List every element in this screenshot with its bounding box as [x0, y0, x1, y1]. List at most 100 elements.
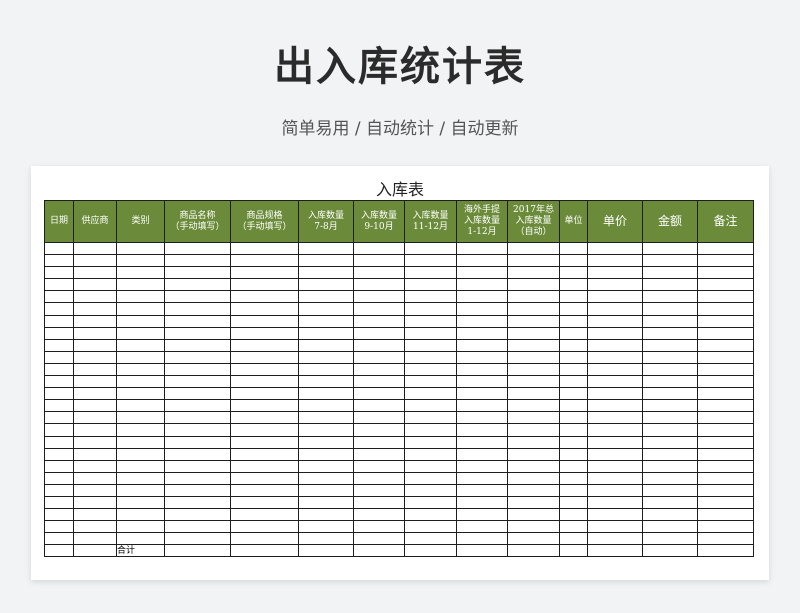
- table-cell[interactable]: [298, 362, 354, 377]
- table-cell[interactable]: [507, 314, 560, 328]
- table-cell[interactable]: [116, 290, 165, 304]
- table-cell[interactable]: [697, 411, 754, 425]
- table-cell[interactable]: [456, 508, 508, 522]
- table-cell[interactable]: [404, 241, 457, 256]
- table-cell[interactable]: [298, 338, 354, 352]
- table-cell[interactable]: [73, 399, 117, 413]
- table-cell[interactable]: [164, 350, 231, 364]
- table-cell[interactable]: [230, 544, 299, 558]
- table-cell[interactable]: [456, 483, 508, 497]
- table-cell[interactable]: [642, 447, 698, 461]
- table-cell[interactable]: [642, 278, 698, 292]
- table-cell[interactable]: [116, 302, 165, 316]
- table-cell[interactable]: [559, 483, 588, 497]
- table-cell[interactable]: [697, 508, 754, 522]
- table-cell[interactable]: [353, 508, 405, 522]
- table-cell[interactable]: [116, 520, 165, 534]
- table-cell[interactable]: [116, 435, 165, 449]
- table-cell[interactable]: [230, 411, 299, 425]
- table-cell[interactable]: [559, 326, 588, 340]
- table-cell[interactable]: [298, 532, 354, 546]
- table-cell[interactable]: [559, 387, 588, 401]
- table-cell[interactable]: [73, 290, 117, 304]
- table-cell[interactable]: [642, 362, 698, 377]
- table-cell[interactable]: [73, 241, 117, 256]
- table-cell[interactable]: [697, 471, 754, 485]
- table-cell[interactable]: [73, 411, 117, 425]
- table-cell[interactable]: [298, 350, 354, 364]
- table-cell[interactable]: [642, 508, 698, 522]
- table-cell[interactable]: [230, 459, 299, 473]
- table-cell[interactable]: [230, 290, 299, 304]
- table-cell[interactable]: [587, 508, 643, 522]
- table-cell[interactable]: [353, 290, 405, 304]
- table-cell[interactable]: [642, 338, 698, 352]
- table-cell[interactable]: [116, 471, 165, 485]
- table-cell[interactable]: [73, 350, 117, 364]
- table-cell[interactable]: [44, 302, 74, 316]
- table-cell[interactable]: [507, 338, 560, 352]
- table-cell[interactable]: [404, 350, 457, 364]
- table-cell[interactable]: [697, 544, 754, 558]
- table-cell[interactable]: [642, 423, 698, 437]
- table-cell[interactable]: [353, 483, 405, 497]
- table-cell[interactable]: [507, 447, 560, 461]
- table-cell[interactable]: [298, 544, 354, 558]
- table-cell[interactable]: [353, 423, 405, 437]
- table-cell[interactable]: [44, 290, 74, 304]
- table-cell[interactable]: [230, 495, 299, 510]
- table-cell[interactable]: [164, 532, 231, 546]
- table-cell[interactable]: [73, 459, 117, 473]
- table-cell[interactable]: [559, 532, 588, 546]
- table-cell[interactable]: [587, 435, 643, 449]
- table-cell[interactable]: [164, 338, 231, 352]
- table-cell[interactable]: [697, 326, 754, 340]
- table-cell[interactable]: [116, 350, 165, 364]
- table-cell[interactable]: [456, 471, 508, 485]
- table-cell[interactable]: [587, 314, 643, 328]
- table-cell[interactable]: [456, 447, 508, 461]
- table-cell[interactable]: [697, 399, 754, 413]
- table-cell[interactable]: [559, 302, 588, 316]
- table-cell[interactable]: [230, 423, 299, 437]
- table-cell[interactable]: [587, 423, 643, 437]
- table-cell[interactable]: [507, 483, 560, 497]
- table-cell[interactable]: [404, 520, 457, 534]
- table-cell[interactable]: [298, 254, 354, 268]
- table-cell[interactable]: [404, 495, 457, 510]
- table-cell[interactable]: [298, 411, 354, 425]
- table-cell[interactable]: [44, 508, 74, 522]
- table-cell[interactable]: [44, 241, 74, 256]
- table-cell[interactable]: [353, 338, 405, 352]
- table-cell[interactable]: [587, 411, 643, 425]
- table-cell[interactable]: [697, 459, 754, 473]
- table-cell[interactable]: [353, 302, 405, 316]
- table-cell[interactable]: [456, 544, 508, 558]
- table-cell[interactable]: [298, 495, 354, 510]
- table-cell[interactable]: [44, 495, 74, 510]
- table-cell[interactable]: [44, 459, 74, 473]
- table-cell[interactable]: [298, 423, 354, 437]
- table-cell[interactable]: [507, 387, 560, 401]
- table-cell[interactable]: [353, 471, 405, 485]
- table-cell[interactable]: [404, 302, 457, 316]
- table-cell[interactable]: [642, 483, 698, 497]
- table-cell[interactable]: [456, 387, 508, 401]
- table-cell[interactable]: [404, 544, 457, 558]
- table-cell[interactable]: [697, 387, 754, 401]
- table-cell[interactable]: [559, 544, 588, 558]
- table-cell[interactable]: [697, 483, 754, 497]
- table-cell[interactable]: [353, 459, 405, 473]
- table-cell[interactable]: [507, 399, 560, 413]
- table-cell[interactable]: [73, 471, 117, 485]
- table-cell[interactable]: [559, 290, 588, 304]
- table-cell[interactable]: [164, 362, 231, 377]
- table-cell[interactable]: [164, 254, 231, 268]
- table-cell[interactable]: [697, 314, 754, 328]
- table-cell[interactable]: [116, 314, 165, 328]
- table-cell[interactable]: [587, 278, 643, 292]
- table-cell[interactable]: [353, 435, 405, 449]
- table-cell[interactable]: [587, 290, 643, 304]
- table-cell[interactable]: [116, 532, 165, 546]
- table-cell[interactable]: [116, 266, 165, 280]
